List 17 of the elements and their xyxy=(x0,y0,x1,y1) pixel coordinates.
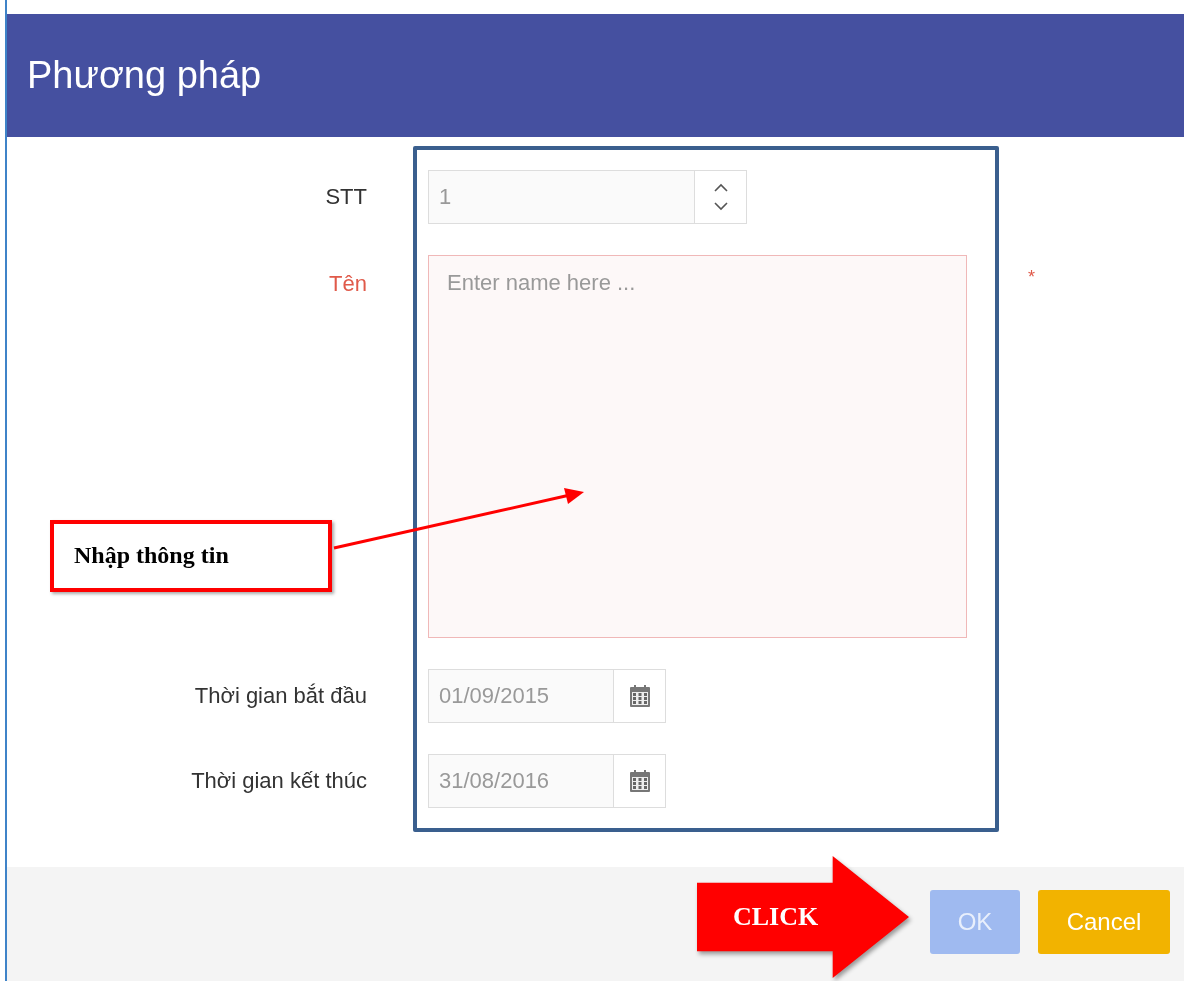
calendar-icon xyxy=(628,684,651,708)
date-input[interactable]: 01/09/2015 xyxy=(428,669,614,723)
number-input[interactable]: 1 xyxy=(428,170,695,224)
calendar-button[interactable] xyxy=(614,754,666,808)
field-label: Tên xyxy=(328,270,367,297)
calendar-icon xyxy=(628,769,651,793)
required-asterisk: * xyxy=(1028,267,1035,288)
field-label: STT xyxy=(324,183,367,210)
dialog-button[interactable]: Cancel xyxy=(1038,890,1170,954)
name-textarea[interactable]: Enter name here ... xyxy=(428,255,967,638)
spinner-control[interactable] xyxy=(695,170,747,224)
calendar-button[interactable] xyxy=(614,669,666,723)
date-input[interactable]: 31/08/2016 xyxy=(428,754,614,808)
field-label: Thời gian kết thúc xyxy=(190,767,367,794)
field-label: Thời gian bắt đầu xyxy=(193,682,367,709)
dialog-title: Phương pháp xyxy=(27,54,262,97)
callout-note: Nhập thông tin xyxy=(50,520,332,592)
